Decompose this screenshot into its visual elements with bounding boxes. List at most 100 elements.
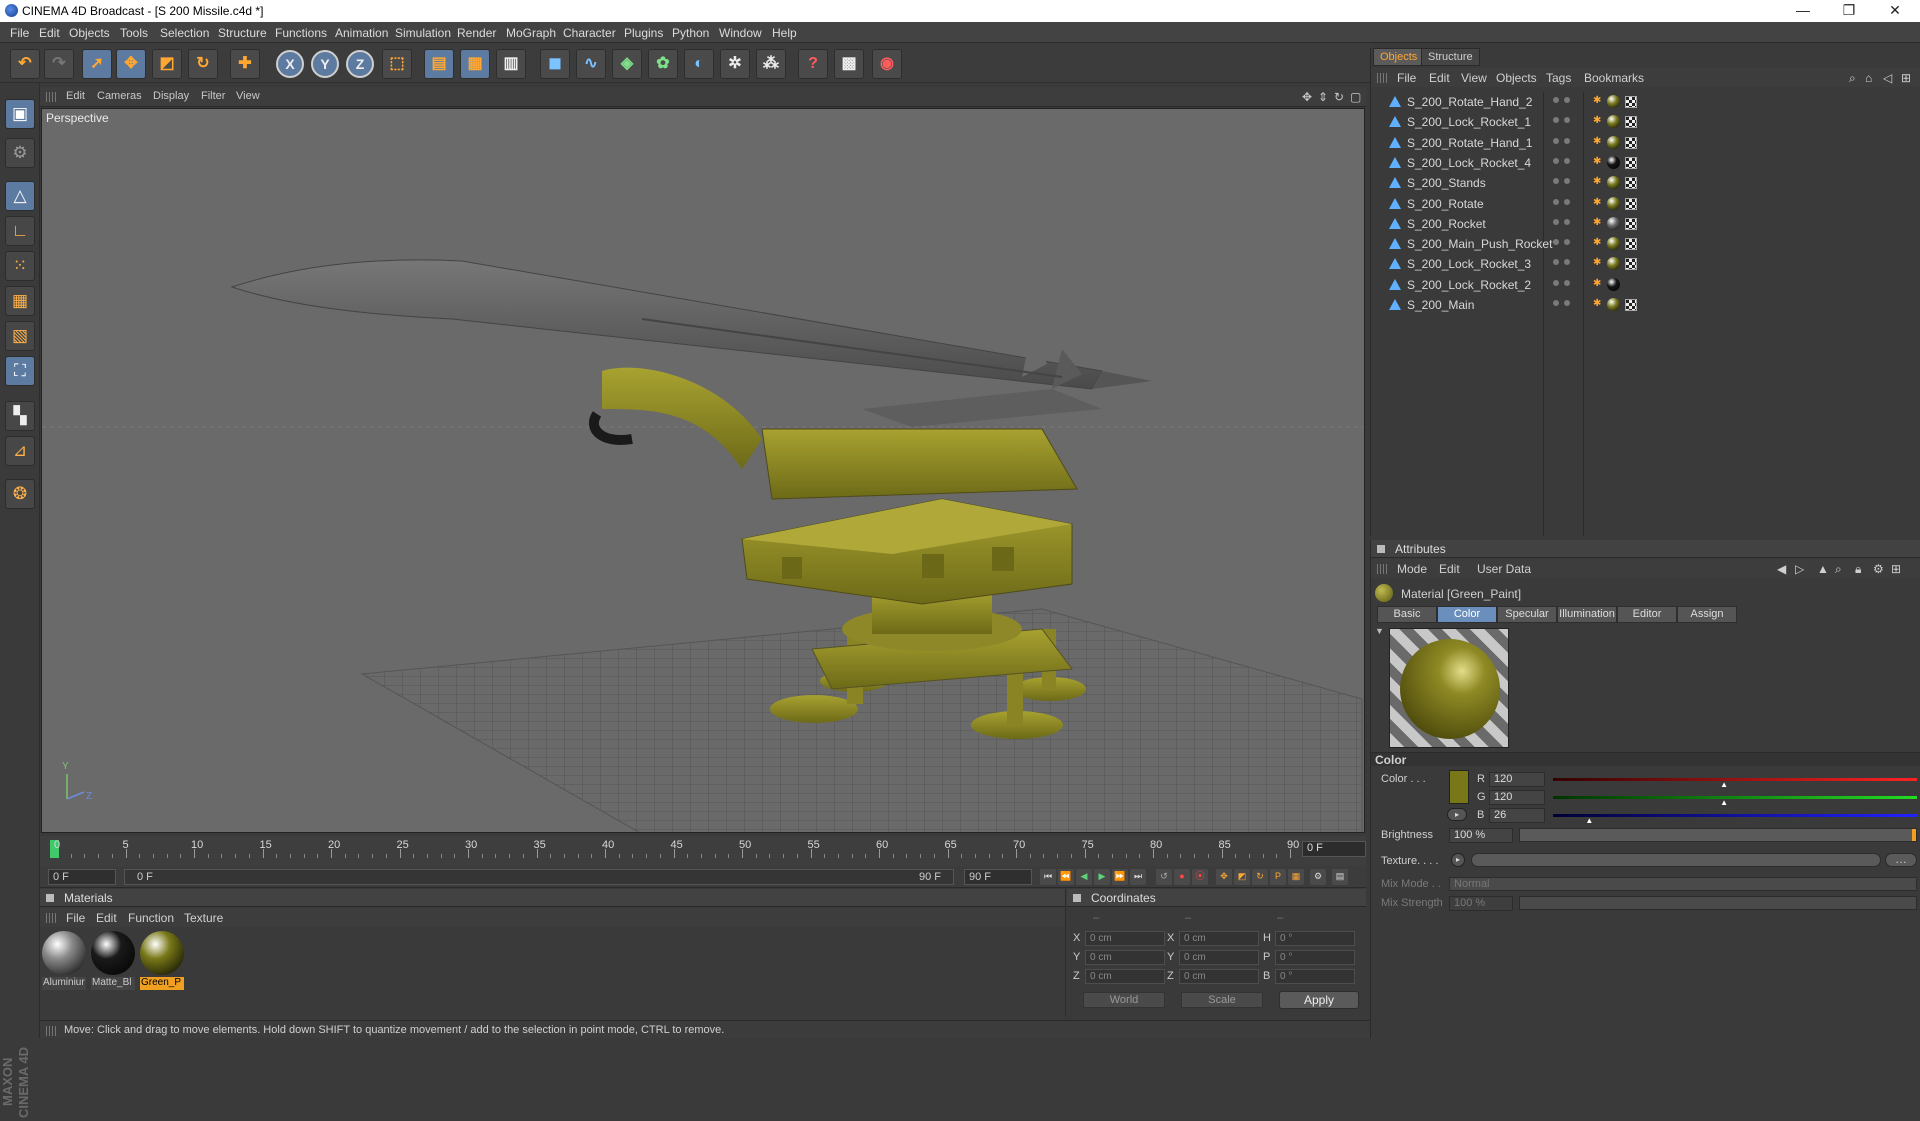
menu-edit[interactable]: Edit [39, 26, 60, 40]
edges-mode-icon[interactable]: ▦ [5, 286, 35, 316]
objects-menu-tags[interactable]: Tags [1546, 71, 1571, 85]
viewport-menu-display[interactable]: Display [153, 90, 189, 102]
material-tag-icon[interactable] [1607, 257, 1620, 271]
editor-visibility-dot[interactable] [1553, 178, 1559, 185]
material-label[interactable]: Aluminiur [42, 977, 86, 990]
coordinate-value-field[interactable]: 0 cm [1179, 969, 1259, 984]
menu-selection[interactable]: Selection [160, 26, 209, 40]
edit-render-settings-icon[interactable]: ▥ [496, 49, 526, 79]
editor-visibility-dot[interactable] [1553, 300, 1559, 306]
search-icon[interactable]: ⌕ [1835, 562, 1842, 577]
b-slider-knob[interactable]: ▲ [1585, 816, 1593, 825]
material-tag-icon[interactable] [1607, 155, 1620, 169]
coordinate-system-icon[interactable]: ⬚ [382, 49, 412, 79]
scene-icon[interactable]: ✲ [720, 49, 750, 79]
tab-editor[interactable]: Editor [1617, 606, 1677, 623]
phong-tag-icon[interactable]: ✱ [1593, 156, 1603, 167]
end-frame-field[interactable]: 90 F [964, 869, 1032, 885]
uvw-tag-icon[interactable] [1625, 299, 1637, 311]
material-tag-icon[interactable] [1607, 115, 1620, 129]
tab-assign[interactable]: Assign [1677, 606, 1737, 623]
back-arrow-icon[interactable]: ◀ [1777, 562, 1786, 576]
material-swatch[interactable] [91, 931, 135, 975]
phong-tag-icon[interactable]: ✱ [1593, 258, 1603, 268]
phong-tag-icon[interactable]: ✱ [1593, 96, 1603, 106]
render-picture-viewer-icon[interactable]: ▦ [460, 49, 490, 79]
cube-icon[interactable]: ◼ [540, 49, 570, 79]
material-tag-icon[interactable] [1607, 216, 1620, 230]
phong-tag-icon[interactable]: ✱ [1593, 217, 1603, 228]
coordinate-value-field[interactable]: 0 cm [1179, 931, 1259, 946]
model-mode-icon[interactable]: △ [5, 181, 35, 211]
apply-button[interactable]: Apply [1279, 991, 1359, 1009]
editor-visibility-dot[interactable] [1553, 259, 1559, 266]
object-row[interactable]: S_200_Rotate ✱ [1371, 194, 1920, 214]
objects-menu-bookmarks[interactable]: Bookmarks [1584, 71, 1644, 85]
phong-tag-icon[interactable]: ✱ [1593, 238, 1603, 248]
menu-python[interactable]: Python [672, 26, 709, 40]
tab-illumination[interactable]: Illumination [1557, 606, 1617, 623]
viewport-rotate-icon[interactable]: ↻ [1334, 90, 1344, 104]
go-to-start-icon[interactable]: ⏮ [1040, 869, 1056, 885]
emitter-icon[interactable]: ⁂ [756, 49, 786, 79]
material-swatch[interactable] [42, 931, 86, 975]
b-value-field[interactable]: 26 [1489, 808, 1545, 823]
new-panel-icon[interactable]: ⊞ [1891, 562, 1901, 576]
spline-icon[interactable]: ∿ [576, 49, 606, 79]
g-slider-knob[interactable]: ▲ [1720, 798, 1728, 807]
uvw-tag-icon[interactable] [1625, 197, 1637, 210]
menu-structure[interactable]: Structure [218, 26, 267, 40]
create-icon[interactable]: ✚ [230, 49, 260, 79]
texture-browse-button[interactable]: … [1885, 853, 1917, 867]
g-value-field[interactable]: 120 [1489, 790, 1545, 805]
record-icon[interactable]: ● [1174, 869, 1190, 885]
render-visibility-dot[interactable] [1564, 117, 1570, 124]
brightness-slider[interactable] [1519, 828, 1917, 842]
mix-strength-field[interactable]: 100 % [1449, 896, 1513, 911]
object-row[interactable]: S_200_Lock_Rocket_1 ✱ [1371, 112, 1920, 132]
next-key-icon[interactable]: ⏩ [1112, 869, 1128, 885]
play-forward-icon[interactable]: ▶ [1094, 869, 1110, 885]
editor-visibility-dot[interactable] [1553, 218, 1559, 225]
menu-render[interactable]: Render [457, 26, 496, 40]
deformer-icon[interactable]: ◐ [684, 49, 714, 79]
menu-file[interactable]: File [10, 26, 29, 40]
camera-icon[interactable]: ▩ [834, 49, 864, 79]
object-row[interactable]: S_200_Rotate_Hand_1 ✱ [1371, 133, 1920, 153]
material-tag-icon[interactable] [1607, 277, 1620, 291]
previous-key-icon[interactable]: ⏪ [1058, 869, 1074, 885]
render-visibility-dot[interactable] [1564, 137, 1570, 144]
phong-tag-icon[interactable]: ✱ [1593, 278, 1603, 289]
uvw-tag-icon[interactable] [1625, 238, 1637, 251]
panel-grip[interactable] [46, 92, 56, 102]
z-axis-icon[interactable]: Z [346, 50, 374, 78]
viewport-maximize-icon[interactable]: ▢ [1350, 90, 1361, 104]
maximize-button[interactable]: ❐ [1826, 0, 1872, 22]
y-axis-icon[interactable]: Y [311, 50, 339, 78]
phong-tag-icon[interactable]: ✱ [1593, 116, 1603, 126]
editor-visibility-dot[interactable] [1553, 117, 1559, 124]
live-selection-icon[interactable]: ➚ [82, 49, 112, 79]
viewport-menu-edit[interactable]: Edit [66, 90, 85, 102]
tab-basic[interactable]: Basic [1377, 606, 1437, 623]
r-value-field[interactable]: 120 [1489, 772, 1545, 787]
render-visibility-dot[interactable] [1564, 239, 1570, 246]
r-slider[interactable] [1553, 778, 1917, 781]
key-scale-icon[interactable]: ◩ [1234, 869, 1250, 885]
timeline-ruler[interactable]: 0 5 10 15 20 25 30 35 40 45 50 55 60 65 70 75 80 85 90 [40, 836, 1366, 866]
collapse-arrow-icon[interactable]: ▼ [1375, 626, 1384, 636]
menu-animation[interactable]: Animation [335, 26, 388, 40]
perspective-viewport[interactable]: Perspective Y Z [41, 108, 1365, 833]
phong-tag-icon[interactable]: ✱ [1593, 136, 1603, 147]
coordinate-value-field[interactable]: 0 ° [1275, 950, 1355, 965]
object-row[interactable]: S_200_Rotate_Hand_2 ✱ [1371, 92, 1920, 112]
attributes-menu-mode[interactable]: Mode [1397, 562, 1427, 576]
objects-menu-file[interactable]: File [1397, 71, 1416, 85]
material-tag-icon[interactable] [1607, 176, 1620, 190]
object-row[interactable]: S_200_Rocket ✱ [1371, 214, 1920, 234]
play-backward-icon[interactable]: ◀ [1076, 869, 1092, 885]
uvw-tag-icon[interactable] [1625, 96, 1637, 108]
workplane-icon[interactable]: ⊿ [5, 436, 35, 466]
viewport-dolly-icon[interactable]: ⇕ [1318, 90, 1328, 104]
attributes-menu-edit[interactable]: Edit [1439, 562, 1460, 576]
